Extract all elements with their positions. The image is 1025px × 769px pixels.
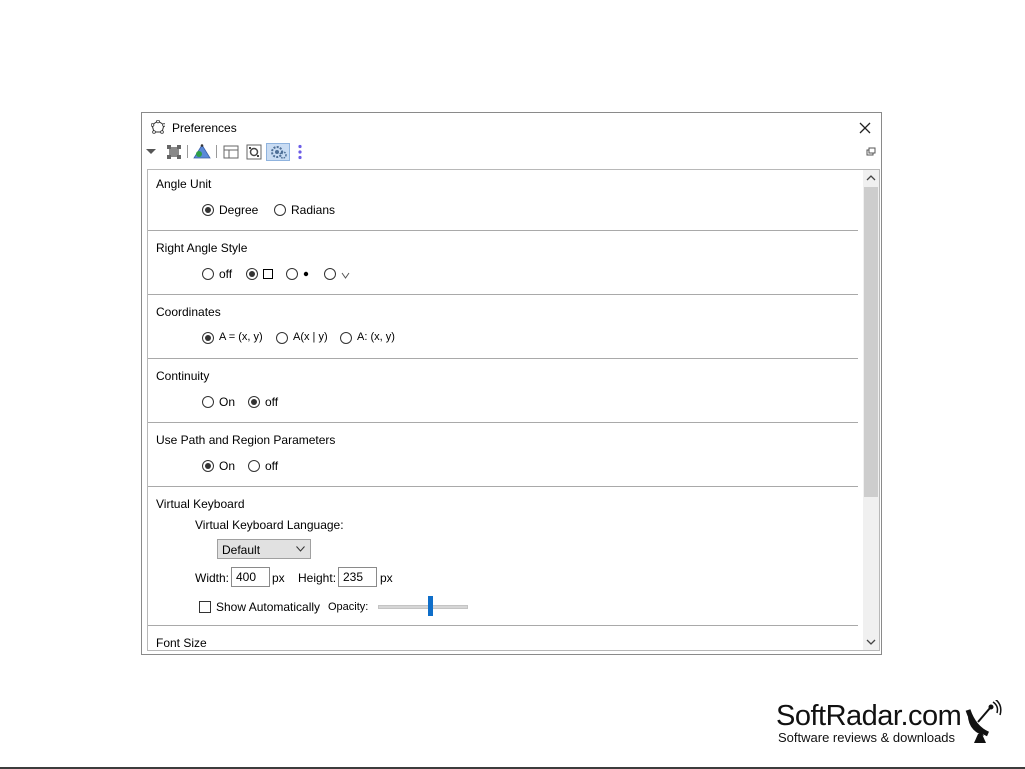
keyboard-language-label: Virtual Keyboard Language: xyxy=(195,518,344,532)
radio-path-on[interactable] xyxy=(202,460,214,472)
defaults-icon[interactable] xyxy=(166,144,182,160)
scroll-up-icon[interactable] xyxy=(863,170,879,186)
show-automatically-label: Show Automatically xyxy=(216,600,321,614)
option-label: A: (x, y) xyxy=(357,331,395,343)
section-divider xyxy=(148,625,858,626)
height-label: Height: xyxy=(298,571,337,585)
option-label: off xyxy=(219,267,233,281)
height-input[interactable] xyxy=(338,567,377,587)
width-unit: px xyxy=(272,571,285,585)
option-label: Degree xyxy=(219,203,259,217)
section-title: Angle Unit xyxy=(156,177,212,191)
coordinates-section: Coordinates A = (x, y) A(x | y) A: (x, y… xyxy=(148,298,858,358)
dot-angle-icon xyxy=(303,271,309,277)
radio-coord-bar[interactable] xyxy=(276,332,288,344)
toolbar-separator xyxy=(187,145,188,158)
layout-icon[interactable] xyxy=(223,144,239,160)
radio-radians[interactable] xyxy=(274,204,286,216)
opacity-label: Opacity: xyxy=(328,601,369,613)
graphics-icon[interactable] xyxy=(193,144,211,160)
section-divider xyxy=(148,294,858,295)
radio-path-off[interactable] xyxy=(248,460,260,472)
section-title: Use Path and Region Parameters xyxy=(156,433,336,447)
show-automatically-checkbox[interactable] xyxy=(199,601,211,613)
option-label: On xyxy=(219,459,236,473)
preferences-window: Preferences Angle Unit Degree Radians Ri… xyxy=(141,112,882,655)
keyboard-language-select[interactable]: Default xyxy=(217,539,311,559)
opacity-slider[interactable] xyxy=(378,605,468,609)
virtual-keyboard-section: Virtual Keyboard Virtual Keyboard Langua… xyxy=(148,490,858,625)
close-icon[interactable] xyxy=(855,118,875,138)
scroll-down-icon[interactable] xyxy=(863,634,879,650)
toolbar-separator xyxy=(216,145,217,158)
algebra-settings-icon[interactable] xyxy=(246,144,262,160)
option-label: off xyxy=(265,459,279,473)
dropdown-arrow-icon[interactable] xyxy=(145,144,157,160)
continuity-section: Continuity On off xyxy=(148,362,858,422)
section-divider xyxy=(148,486,858,487)
option-label: On xyxy=(219,395,236,409)
advanced-settings-icon[interactable] xyxy=(266,143,290,161)
preferences-toolbar xyxy=(142,142,881,162)
window-restore-icon[interactable] xyxy=(866,144,876,160)
section-divider xyxy=(148,230,858,231)
section-divider xyxy=(148,358,858,359)
option-label: off xyxy=(265,395,279,409)
section-divider xyxy=(148,422,858,423)
width-label: Width: xyxy=(195,571,230,585)
radio-coord-equals[interactable] xyxy=(202,332,214,344)
right-angle-style-section: Right Angle Style off xyxy=(148,234,858,294)
scrollbar-thumb[interactable] xyxy=(864,187,878,497)
section-title: Virtual Keyboard xyxy=(156,497,245,511)
section-title: Continuity xyxy=(156,369,210,383)
option-label: A = (x, y) xyxy=(219,331,263,343)
watermark-title: SoftRadar.com xyxy=(776,700,962,732)
height-unit: px xyxy=(380,571,393,585)
l-angle-icon xyxy=(341,272,350,279)
option-label: A(x | y) xyxy=(293,331,328,343)
path-region-section: Use Path and Region Parameters On off xyxy=(148,426,858,486)
radio-coord-colon[interactable] xyxy=(340,332,352,344)
geogebra-icon xyxy=(151,120,165,134)
preferences-panel: Angle Unit Degree Radians Right Angle St… xyxy=(147,169,880,651)
font-size-section: Font Size xyxy=(148,629,858,650)
radio-continuity-on[interactable] xyxy=(202,396,214,408)
radio-degree[interactable] xyxy=(202,204,214,216)
section-title: Coordinates xyxy=(156,305,221,319)
section-title: Right Angle Style xyxy=(156,241,248,255)
square-angle-icon xyxy=(263,269,273,279)
radio-right-angle-off[interactable] xyxy=(202,268,214,280)
more-icon[interactable] xyxy=(297,144,303,160)
vertical-scrollbar[interactable] xyxy=(863,170,879,650)
opacity-slider-thumb[interactable] xyxy=(428,596,433,616)
width-input[interactable] xyxy=(231,567,270,587)
title-bar: Preferences xyxy=(142,113,881,142)
section-title: Font Size xyxy=(156,636,207,650)
radio-continuity-off[interactable] xyxy=(248,396,260,408)
radio-right-angle-l[interactable] xyxy=(324,268,336,280)
satellite-dish-icon xyxy=(965,700,1002,743)
chevron-down-icon xyxy=(296,546,305,552)
keyboard-language-value: Default xyxy=(222,543,261,557)
window-title: Preferences xyxy=(172,121,237,135)
watermark-subtitle: Software reviews & downloads xyxy=(778,730,956,745)
radio-right-angle-dot[interactable] xyxy=(286,268,298,280)
angle-unit-section: Angle Unit Degree Radians xyxy=(148,170,858,230)
option-label: Radians xyxy=(291,203,336,217)
radio-right-angle-square[interactable] xyxy=(246,268,258,280)
